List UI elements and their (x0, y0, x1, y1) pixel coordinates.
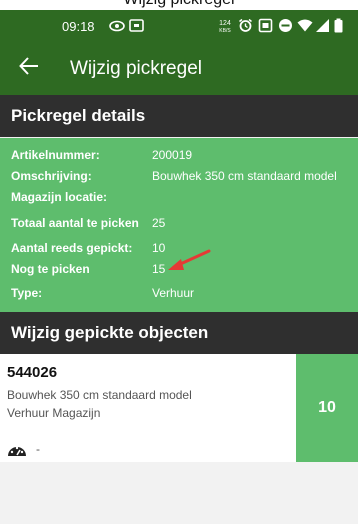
app-bar: Wijzig pickregel (0, 43, 358, 95)
svg-text:KB/S: KB/S (219, 28, 231, 34)
signal-icon (316, 19, 329, 32)
objects-section-header: Wijzig gepickte objecten (0, 312, 358, 354)
object-code: 544026 (7, 364, 58, 381)
picked-quantity-value: 10 (318, 399, 336, 416)
nfc-icon (258, 18, 273, 33)
details-section-header: Pickregel details (0, 95, 358, 137)
gauge-icon (8, 446, 26, 456)
picked-object-card[interactable]: 544026 Bouwhek 350 cm standaard model Ve… (0, 354, 296, 462)
eye-icon (109, 20, 125, 32)
cropped-title-fragment: Wijzig pickregel (0, 0, 358, 10)
wifi-icon (297, 19, 313, 32)
battery-icon (334, 18, 343, 33)
svg-text:124: 124 (219, 20, 231, 27)
picked-quantity[interactable]: 10 (296, 354, 358, 462)
alarm-icon (239, 18, 252, 32)
arrow-left-icon[interactable] (18, 55, 40, 77)
status-bar: 09:18 124 KB/S (0, 10, 358, 43)
pickregel-details-panel: Artikelnummer: 200019 Omschrijving: Bouw… (0, 138, 358, 312)
do-not-disturb-icon (279, 19, 292, 32)
meter-value: - (36, 442, 40, 456)
object-description: Bouwhek 350 cm standaard model (7, 388, 192, 402)
status-time: 09:18 (62, 19, 95, 34)
page-title: Wijzig pickregel (70, 58, 202, 79)
screen-record-icon (129, 19, 144, 32)
data-speed-icon: 124 KB/S (219, 20, 231, 34)
annotation-arrow-icon (168, 249, 211, 270)
object-location: Verhuur Magazijn (7, 406, 101, 420)
cropped-title-text: Wijzig pickregel (123, 0, 234, 9)
